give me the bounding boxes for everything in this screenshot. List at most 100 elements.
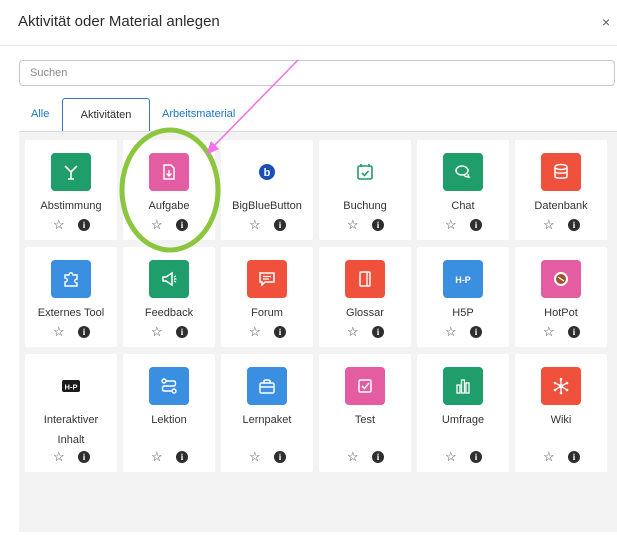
activity-actions: ☆ i [123, 218, 215, 232]
activity-label: Datenbank [534, 200, 588, 212]
star-icon[interactable]: ☆ [249, 325, 261, 339]
star-icon[interactable]: ☆ [347, 218, 359, 232]
activity-forum[interactable]: Forum ☆ i [221, 247, 313, 347]
activity-umfrage[interactable]: Umfrage ☆ i [417, 354, 509, 472]
search-input[interactable] [19, 60, 615, 86]
tab-arbeitsmaterial[interactable]: Arbeitsmaterial [162, 98, 235, 131]
activity-actions: ☆ i [123, 325, 215, 339]
activity-actions: ☆ i [319, 325, 411, 339]
activity-lernpaket[interactable]: Lernpaket ☆ i [221, 354, 313, 472]
activity-label: Umfrage [441, 414, 485, 426]
activity-label: Lektion [151, 414, 187, 426]
close-icon[interactable]: × [602, 14, 610, 30]
activity-abstimmung[interactable]: Abstimmung ☆ i [25, 140, 117, 240]
info-icon[interactable]: i [470, 219, 482, 231]
star-icon[interactable]: ☆ [249, 218, 261, 232]
activity-actions: ☆ i [515, 325, 607, 339]
activity-actions: ☆ i [25, 325, 117, 339]
quiz-icon [345, 367, 385, 405]
star-icon[interactable]: ☆ [445, 325, 457, 339]
tab-aktivitaeten[interactable]: Aktivitäten [62, 98, 150, 131]
star-icon[interactable]: ☆ [53, 450, 65, 464]
info-icon[interactable]: i [568, 451, 580, 463]
info-icon[interactable]: i [176, 219, 188, 231]
info-icon[interactable]: i [78, 326, 90, 338]
activity-label: BigBlueButton [232, 200, 302, 212]
activity-label: Chat [451, 200, 475, 212]
star-icon[interactable]: ☆ [151, 325, 163, 339]
star-icon[interactable]: ☆ [445, 450, 457, 464]
star-icon[interactable]: ☆ [151, 218, 163, 232]
package-icon [247, 367, 287, 405]
hotpot-icon [541, 260, 581, 298]
activity-actions: ☆ i [319, 450, 411, 464]
star-icon[interactable]: ☆ [543, 325, 555, 339]
activity-actions: ☆ i [25, 450, 117, 464]
info-icon[interactable]: i [470, 451, 482, 463]
star-icon[interactable]: ☆ [151, 450, 163, 464]
info-icon[interactable]: i [274, 326, 286, 338]
info-icon[interactable]: i [568, 326, 580, 338]
svg-text:b: b [264, 167, 271, 179]
activity-feedback[interactable]: Feedback ☆ i [123, 247, 215, 347]
activity-lektion[interactable]: Lektion ☆ i [123, 354, 215, 472]
poll-icon [51, 153, 91, 191]
assignment-icon [149, 153, 189, 191]
info-icon[interactable]: i [568, 219, 580, 231]
activity-actions: ☆ i [417, 218, 509, 232]
activity-wiki[interactable]: Wiki ☆ i [515, 354, 607, 472]
activity-test[interactable]: Test ☆ i [319, 354, 411, 472]
activity-datenbank[interactable]: Datenbank ☆ i [515, 140, 607, 240]
activity-actions: ☆ i [25, 218, 117, 232]
info-icon[interactable]: i [372, 326, 384, 338]
activity-grid: Abstimmung ☆ i Aufgabe ☆ i b BigBlueButton ☆ i Buc… [19, 132, 617, 532]
activity-bigbluebutton[interactable]: b BigBlueButton ☆ i [221, 140, 313, 240]
star-icon[interactable]: ☆ [445, 218, 457, 232]
activity-buchung[interactable]: Buchung ☆ i [319, 140, 411, 240]
activity-actions: ☆ i [221, 218, 313, 232]
forum-icon [247, 260, 287, 298]
activity-label: Glossar [346, 307, 384, 319]
star-icon[interactable]: ☆ [53, 325, 65, 339]
activity-actions: ☆ i [221, 325, 313, 339]
svg-text:H-P: H-P [65, 383, 78, 392]
puzzle-icon [51, 260, 91, 298]
activity-label: Abstimmung [40, 200, 102, 212]
info-icon[interactable]: i [372, 219, 384, 231]
star-icon[interactable]: ☆ [543, 218, 555, 232]
activity-label: Buchung [343, 200, 387, 212]
database-icon [541, 153, 581, 191]
info-icon[interactable]: i [470, 326, 482, 338]
h5p-icon: H-P [443, 260, 483, 298]
activity-hotpot[interactable]: HotPot ☆ i [515, 247, 607, 347]
book-icon [345, 260, 385, 298]
activity-h5p[interactable]: H-P H5P ☆ i [417, 247, 509, 347]
star-icon[interactable]: ☆ [347, 450, 359, 464]
info-icon[interactable]: i [176, 451, 188, 463]
star-icon[interactable]: ☆ [543, 450, 555, 464]
chat-icon [443, 153, 483, 191]
calendar-icon [345, 153, 385, 191]
survey-icon [443, 367, 483, 405]
info-icon[interactable]: i [176, 326, 188, 338]
wiki-icon [541, 367, 581, 405]
info-icon[interactable]: i [274, 219, 286, 231]
tab-alle[interactable]: Alle [31, 98, 49, 131]
info-icon[interactable]: i [78, 451, 90, 463]
activity-glossar[interactable]: Glossar ☆ i [319, 247, 411, 347]
info-icon[interactable]: i [274, 451, 286, 463]
activity-chat[interactable]: Chat ☆ i [417, 140, 509, 240]
activity-label: Lernpaket [242, 414, 292, 426]
activity-aufgabe[interactable]: Aufgabe ☆ i [123, 140, 215, 240]
info-icon[interactable]: i [78, 219, 90, 231]
activity-actions: ☆ i [515, 450, 607, 464]
info-icon[interactable]: i [372, 451, 384, 463]
star-icon[interactable]: ☆ [53, 218, 65, 232]
activity-externes-tool[interactable]: Externes Tool ☆ i [25, 247, 117, 347]
activity-label: Aufgabe [148, 200, 190, 212]
activity-actions: ☆ i [123, 450, 215, 464]
activity-label: HotPot [544, 307, 578, 319]
star-icon[interactable]: ☆ [347, 325, 359, 339]
activity-interaktiver-inhalt[interactable]: H-P Interaktiver Inhalt ☆ i [25, 354, 117, 472]
star-icon[interactable]: ☆ [249, 450, 261, 464]
